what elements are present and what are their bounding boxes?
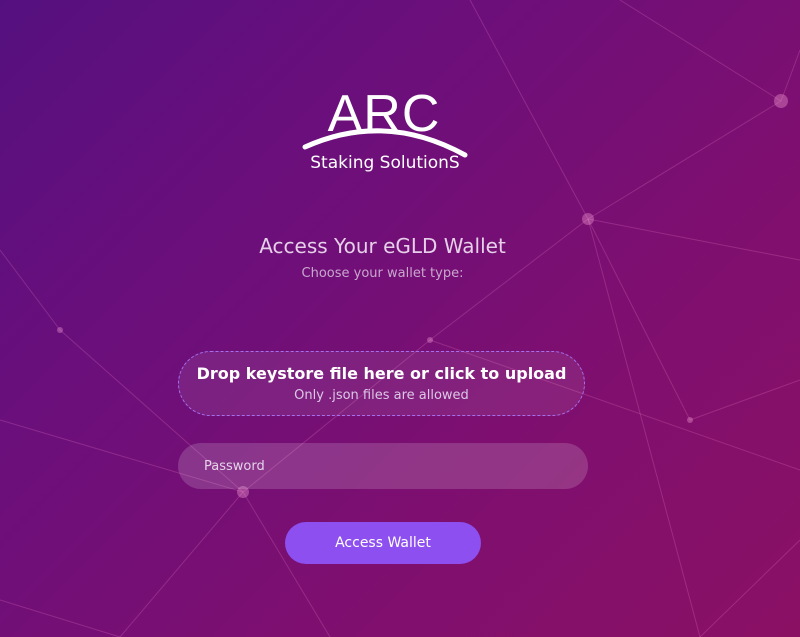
access-wallet-button[interactable]: Access Wallet: [285, 522, 481, 564]
password-input[interactable]: [178, 443, 588, 489]
arc-logo: ARC Staking SolutionS: [295, 85, 475, 180]
page-title: Access Your eGLD Wallet: [259, 234, 506, 258]
logo-wordmark: ARC: [327, 85, 441, 143]
page-subtitle: Choose your wallet type:: [301, 266, 464, 281]
logo-tagline: Staking SolutionS: [310, 153, 460, 173]
keystore-dropzone[interactable]: Drop keystore file here or click to uplo…: [178, 351, 585, 416]
dropzone-hint: Only .json files are allowed: [294, 388, 469, 403]
dropzone-title: Drop keystore file here or click to uplo…: [196, 364, 567, 383]
